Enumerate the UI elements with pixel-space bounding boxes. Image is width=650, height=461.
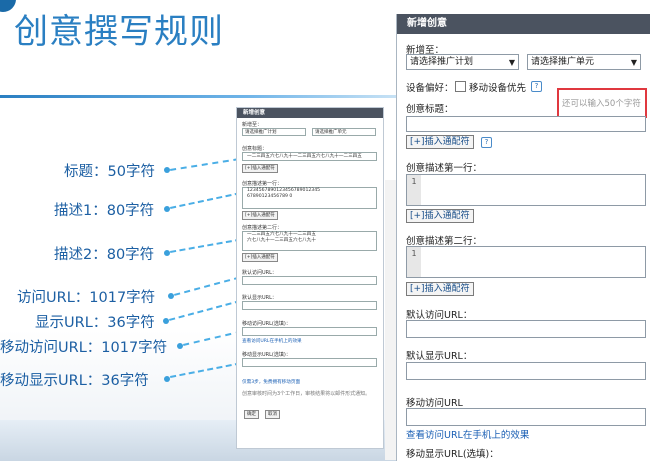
mini-form-header: 新增创意 [237, 108, 383, 118]
mini-desc1-input[interactable]: 1234567890123456789012345 67890123456789… [242, 187, 377, 209]
annotation-desc2: 描述2：80字符 [54, 247, 155, 263]
mini-title-input[interactable]: 一二三四五六七八九十一二三四五六七八九十一二三四五 [242, 152, 377, 161]
mini-mobile-display-label: 移动显示URL(选填)： [242, 352, 291, 358]
connector-line [170, 192, 241, 209]
mini-insert-wildcard-label: 插入通配符 [252, 166, 275, 171]
mini-mobile-visit-label: 移动访问URL(选填)： [242, 321, 291, 327]
unit-select-value: 请选择推广单元 [531, 57, 595, 67]
mini-mobile-preview-link[interactable]: 查看访问URL在手机上的效果 [242, 338, 302, 344]
plan-select[interactable]: 请选择推广计划 ▼ [406, 54, 519, 70]
insert-wildcard-button[interactable]: [+]插入通配符 [406, 135, 474, 149]
mini-insert-wildcard-label: 插入通配符 [252, 255, 275, 260]
annotation-title: 标题：50字符 [64, 164, 155, 180]
connector-dot [164, 376, 170, 382]
insert-wildcard-button[interactable]: [+]插入通配符 [406, 209, 474, 223]
mini-desc2-input[interactable]: 一二三四五六七八九十一二三四五 六七八九十一二三四五六七八九十 [242, 231, 377, 251]
form-header: 新增创意 [397, 14, 650, 34]
mini-cancel-button[interactable]: 取消 [265, 410, 280, 419]
plus-icon: [+] [410, 137, 425, 147]
title-underline [0, 95, 410, 98]
annotation-visit-url: 访问URL：1017字符 [17, 290, 156, 306]
mini-insert-wildcard-button[interactable]: [+]插入通配符 [242, 253, 278, 262]
mini-default-visit-input[interactable] [242, 276, 377, 285]
mini-mobile-display-input[interactable] [242, 358, 377, 367]
mini-insert-wildcard-label: 插入通配符 [252, 213, 275, 218]
plus-icon: [+] [410, 284, 425, 294]
mini-desc1-label: 创意描述第一行： [242, 181, 283, 187]
device-pref-label: 设备偏好： [406, 83, 454, 94]
connector-line [170, 158, 240, 171]
mobile-first-checkbox[interactable] [455, 81, 466, 92]
title-remaining-hint: 还可以输入50个字符 [562, 99, 641, 109]
annotation-display-url: 显示URL：36字符 [35, 315, 155, 331]
slide-title: 创意撰写规则 [14, 12, 224, 52]
mini-desc2-line2: 六七八九十一二三四五六七八九十 [247, 238, 316, 243]
insert-wildcard-label: 插入通配符 [424, 211, 470, 221]
mini-add-to-label: 新增至： [242, 122, 263, 128]
annotation-mobile-display-url: 移动显示URL：36字符 [0, 373, 149, 389]
plus-icon: [+] [410, 211, 425, 221]
chevron-down-icon: ▼ [630, 58, 637, 67]
mobile-visit-url-input[interactable] [406, 408, 646, 426]
mini-insert-wildcard-button[interactable]: [+]插入通配符 [242, 164, 278, 173]
mini-default-display-input[interactable] [242, 301, 377, 310]
default-visit-url-label: 默认访问URL： [406, 310, 473, 321]
connector-dot [164, 167, 170, 173]
help-icon[interactable]: ? [481, 137, 492, 148]
plan-select-value: 请选择推广计划 [410, 57, 474, 67]
mini-desc1-line2: 67890123456789 0 [247, 194, 293, 199]
default-visit-url-input[interactable] [406, 320, 646, 338]
mini-unit-select[interactable]: 请选择推广单元 [312, 128, 376, 136]
mini-title-label: 创意标题： [242, 146, 268, 152]
connector-line [174, 276, 241, 296]
insert-wildcard-button[interactable]: [+]插入通配符 [406, 282, 474, 296]
chevron-down-icon: ▼ [508, 58, 515, 67]
mobile-first-label: 移动设备优先 [469, 83, 527, 94]
line-number-gutter: 1 [407, 247, 421, 277]
mobile-visit-url-label: 移动访问URL [406, 398, 463, 409]
gap-strip [385, 180, 396, 460]
default-display-url-input[interactable] [406, 362, 646, 380]
mobile-display-url-label: 移动显示URL(选填)： [406, 449, 499, 460]
mini-desc2-label: 创意描述第二行： [242, 225, 283, 231]
mini-mobile-visit-input[interactable] [242, 327, 377, 336]
mini-plan-select[interactable]: 请选择推广计划 [242, 128, 306, 136]
annotation-mobile-visit-url: 移动访问URL：1017字符 [0, 340, 168, 356]
mini-default-display-label: 默认显示URL： [242, 295, 277, 301]
mini-insert-wildcard-button[interactable]: [+]插入通配符 [242, 211, 278, 220]
default-display-url-label: 默认显示URL： [406, 351, 473, 362]
title-label: 创意标题： [406, 104, 454, 115]
mini-ok-button[interactable]: 确定 [244, 410, 259, 419]
unit-select[interactable]: 请选择推广单元 ▼ [527, 54, 641, 70]
mobile-preview-link[interactable]: 查看访问URL在手机上的效果 [406, 427, 529, 441]
connector-line [170, 238, 242, 253]
mini-form-panel: 新增创意 新增至： 请选择推广计划 请选择推广单元 创意标题： 一二三四五六七八… [236, 107, 384, 449]
help-icon[interactable]: ? [531, 81, 542, 92]
insert-wildcard-label: 插入通配符 [424, 137, 470, 147]
mini-note: 创意审核时间为3个工作日，审核结果将以邮件形式通知。 [242, 391, 371, 397]
desc1-label: 创意描述第一行： [406, 163, 483, 174]
desc1-textarea[interactable]: 1 [406, 174, 646, 206]
title-input[interactable] [406, 116, 646, 132]
form-panel: 新增创意 新增至： 请选择推广计划 ▼ 请选择推广单元 ▼ 设备偏好： 移动设备… [396, 14, 650, 461]
mini-default-visit-label: 默认访问URL： [242, 270, 277, 276]
desc2-label: 创意描述第二行： [406, 236, 483, 247]
connector-line [169, 299, 241, 321]
line-number-gutter: 1 [407, 175, 421, 205]
annotation-desc1: 描述1：80字符 [54, 203, 155, 219]
desc2-textarea[interactable]: 1 [406, 246, 646, 278]
insert-wildcard-label: 插入通配符 [424, 284, 470, 294]
mini-phone-page-link[interactable]: 仅需3步，免费拥有移动页面 [242, 379, 300, 385]
